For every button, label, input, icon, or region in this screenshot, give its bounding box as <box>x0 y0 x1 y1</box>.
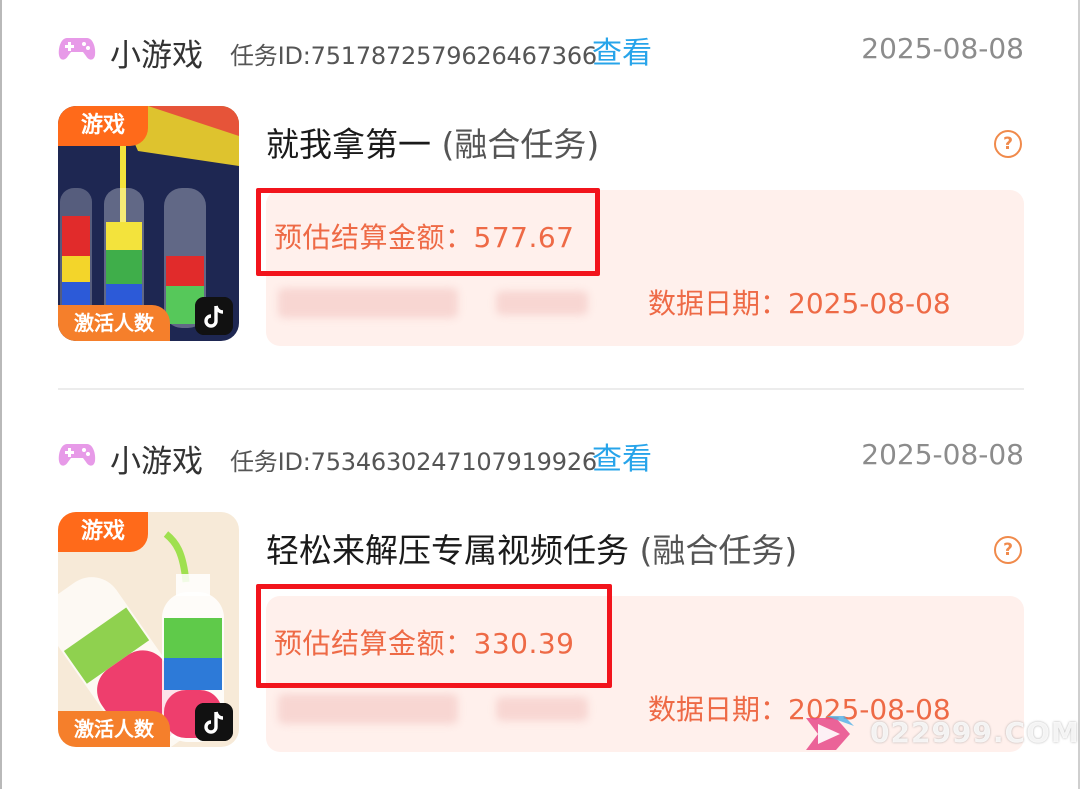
task-header: 小游戏 任务ID:7534630247107919926 查看 2025-08-… <box>58 434 1024 480</box>
help-circle-icon[interactable]: ? <box>994 130 1022 158</box>
task-date: 2025-08-08 <box>861 32 1024 65</box>
active-users-tag: 激活人数 <box>58 305 170 341</box>
task-card: 小游戏 任务ID:7534630247107919926 查看 2025-08-… <box>58 434 1024 752</box>
redacted-text <box>496 697 588 721</box>
watermark-text: 022999.COM <box>870 716 1080 749</box>
task-id: 任务ID:7534630247107919926 <box>230 448 597 476</box>
window-frame-left <box>0 0 2 789</box>
task-date: 2025-08-08 <box>861 438 1024 471</box>
active-users-tag: 激活人数 <box>58 711 170 747</box>
task-title-type: (融合任务) <box>639 531 798 570</box>
game-tag: 游戏 <box>58 106 148 146</box>
view-link[interactable]: 查看 <box>592 28 652 72</box>
data-date: 数据日期：2025-08-08 <box>648 287 951 320</box>
settlement-panel: 预估结算金额：577.67 数据日期：2025-08-08 <box>256 188 1024 346</box>
tiktok-icon <box>195 703 233 741</box>
game-thumbnail[interactable]: 游戏 激活人数 <box>58 512 239 747</box>
game-thumbnail[interactable]: 游戏 激活人数 <box>58 106 239 341</box>
game-tag: 游戏 <box>58 512 148 552</box>
gamepad-icon <box>58 444 96 466</box>
task-title-type: (融合任务) <box>441 125 600 164</box>
task-title-main: 轻松来解压专属视频任务 <box>266 531 629 570</box>
task-header: 小游戏 任务ID:7517872579626467366 查看 2025-08-… <box>58 28 1024 74</box>
category-label: 小游戏 <box>110 444 203 480</box>
help-circle-icon[interactable]: ? <box>994 536 1022 564</box>
card-divider <box>58 388 1024 390</box>
task-card: 小游戏 任务ID:7517872579626467366 查看 2025-08-… <box>58 28 1024 346</box>
task-title: 就我拿第一 (融合任务) <box>266 118 599 166</box>
category-label: 小游戏 <box>110 38 203 74</box>
watermark-logo-icon <box>806 716 854 750</box>
gamepad-icon <box>58 38 96 60</box>
task-id: 任务ID:7517872579626467366 <box>230 42 597 70</box>
view-link[interactable]: 查看 <box>592 434 652 478</box>
redacted-text <box>496 291 588 315</box>
task-title: 轻松来解压专属视频任务 (融合任务) <box>266 524 797 572</box>
estimated-amount: 预估结算金额：330.39 <box>274 627 575 660</box>
redacted-text <box>278 694 458 724</box>
tiktok-icon <box>195 297 233 335</box>
task-title-main: 就我拿第一 <box>266 125 431 164</box>
redacted-text <box>278 288 458 318</box>
site-watermark: 022999.COM <box>800 712 1079 756</box>
estimated-amount: 预估结算金额：577.67 <box>274 221 575 254</box>
